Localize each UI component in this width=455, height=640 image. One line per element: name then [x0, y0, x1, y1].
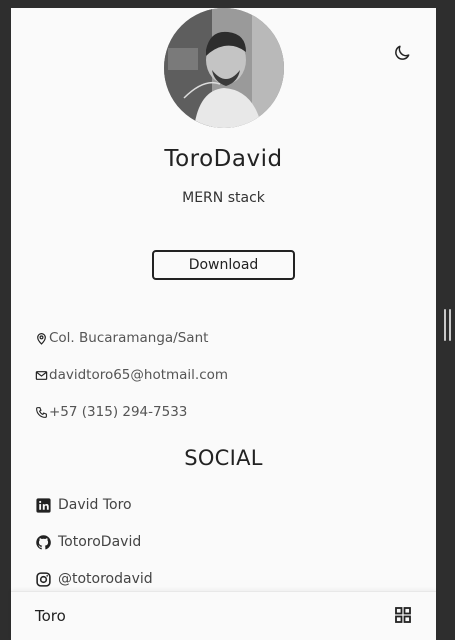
- contact-location: Col. Bucaramanga/Sant: [35, 328, 208, 348]
- social-heading: SOCIAL: [184, 446, 263, 470]
- map-pin-icon: [37, 332, 46, 345]
- moon-icon: [395, 45, 410, 60]
- social-link-github[interactable]: TotoroDavid: [35, 531, 141, 553]
- menu-button[interactable]: [395, 607, 411, 623]
- profile-avatar: [164, 8, 284, 128]
- contact-email: davidtoro65@hotmail.com: [35, 365, 228, 385]
- profile-role: MERN stack: [182, 190, 265, 206]
- phone-icon: [36, 406, 47, 418]
- linkedin-label: David Toro: [58, 497, 132, 513]
- top-frame: [0, 0, 455, 8]
- linkedin-icon: [36, 497, 51, 513]
- grid-menu-icon: [395, 607, 411, 623]
- profile-name: ToroDavid: [164, 146, 283, 172]
- email-text: davidtoro65@hotmail.com: [49, 367, 229, 383]
- location-text: Col. Bucaramanga/Sant: [49, 330, 209, 346]
- profile-card: ToroDavid MERN stack Download Col. Bucar…: [11, 8, 436, 640]
- scrollbar-handle[interactable]: [444, 309, 452, 341]
- theme-toggle-button[interactable]: [392, 43, 412, 63]
- github-label: TotoroDavid: [58, 534, 142, 550]
- instagram-label: @totorodavid: [58, 571, 153, 587]
- github-icon: [36, 534, 51, 549]
- nav-logo[interactable]: Toro: [35, 607, 66, 625]
- instagram-icon: [36, 571, 51, 587]
- phone-text: +57 (315) 294-7533: [49, 404, 188, 420]
- social-link-linkedin[interactable]: David Toro: [35, 494, 132, 516]
- bottom-navigation: Toro: [11, 591, 436, 640]
- contact-phone: +57 (315) 294-7533: [35, 402, 187, 422]
- download-button[interactable]: Download: [152, 250, 295, 280]
- mail-icon: [35, 370, 48, 380]
- social-link-instagram[interactable]: @totorodavid: [35, 568, 153, 590]
